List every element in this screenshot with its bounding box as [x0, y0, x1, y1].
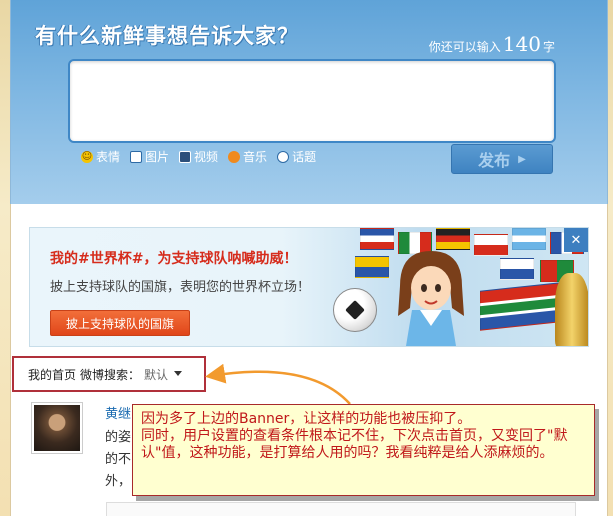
world-cup-banner[interactable]: 我的#世界杯#，为支持球队呐喊助威！ 披上支持球队的国旗，表明您的世界杯立场！ …	[29, 227, 589, 347]
tool-video-label: 视频	[194, 150, 219, 164]
search-label: 微博搜索：	[80, 367, 141, 382]
video-icon	[179, 150, 192, 163]
annotation-callout: 因为多了上边的Banner，让这样的功能也被压抑了。 同时，用户设置的查看条件根…	[132, 404, 595, 496]
publish-button-label: 发布	[478, 151, 511, 170]
publisher-panel: 有什么新鲜事想告诉大家？ 你还可以输入 140 字 ☺ 表情 图片 视频 音乐 …	[10, 0, 608, 204]
caret-down-icon[interactable]	[174, 370, 183, 376]
annotation-arrow	[205, 363, 351, 405]
tool-music-label: 音乐	[243, 150, 268, 164]
chevron-right-icon: ▶	[518, 153, 526, 165]
annotation-line-1: 因为多了上边的Banner，让这样的功能也被压抑了。	[141, 411, 472, 427]
char-counter-suffix: 字	[542, 40, 555, 54]
close-icon[interactable]: ✕	[564, 228, 588, 252]
feed-forward-card	[106, 502, 576, 516]
search-filter-dropdown[interactable]: 默认	[144, 366, 168, 383]
tool-picture[interactable]: 图片	[130, 148, 169, 165]
annotation-line-2: 同时，用户设置的查看条件根本记不住，下次点击首页，又变回了"默认"值，这种功能，…	[141, 428, 568, 461]
feed-text-line: 的不	[105, 452, 132, 467]
tool-music[interactable]: 音乐	[228, 148, 267, 165]
avatar[interactable]	[31, 402, 83, 454]
publish-button[interactable]: 发布 ▶	[451, 144, 553, 174]
feed-text-line: 外，	[105, 474, 132, 489]
tool-emoticon-label: 表情	[96, 150, 121, 164]
char-counter: 你还可以输入 140 字	[429, 32, 555, 56]
publisher-toolbar: ☺ 表情 图片 视频 音乐 话题	[81, 148, 316, 165]
home-sort-bar: 我的首页 微博搜索： 默认	[12, 356, 206, 392]
tool-topic[interactable]: 话题	[277, 148, 316, 165]
topic-icon	[277, 150, 290, 163]
tool-emoticon[interactable]: ☺ 表情	[81, 148, 120, 165]
publisher-title: 有什么新鲜事想告诉大家？	[35, 24, 299, 48]
picture-icon	[130, 150, 143, 163]
char-counter-prefix: 你还可以输入	[428, 40, 501, 54]
banner-title: 我的#世界杯#，为支持球队呐喊助威！	[50, 251, 298, 267]
football-icon	[333, 288, 377, 332]
post-textarea[interactable]	[68, 59, 556, 143]
tool-video[interactable]: 视频	[179, 148, 218, 165]
mascot-girl-illustration	[398, 251, 464, 346]
tool-picture-label: 图片	[145, 150, 170, 164]
home-label: 我的首页	[28, 367, 77, 382]
music-icon	[228, 150, 241, 163]
smile-icon: ☺	[81, 150, 93, 163]
trophy-icon	[555, 273, 588, 346]
tool-topic-label: 话题	[292, 150, 317, 164]
char-counter-value: 140	[502, 32, 541, 56]
banner-subtitle: 披上支持球队的国旗，表明您的世界杯立场！	[50, 280, 311, 295]
feed-text-line: 的姿	[105, 430, 132, 445]
wear-flag-button[interactable]: 披上支持球队的国旗	[50, 310, 190, 336]
feed-author-link[interactable]: 黄继	[105, 403, 131, 422]
